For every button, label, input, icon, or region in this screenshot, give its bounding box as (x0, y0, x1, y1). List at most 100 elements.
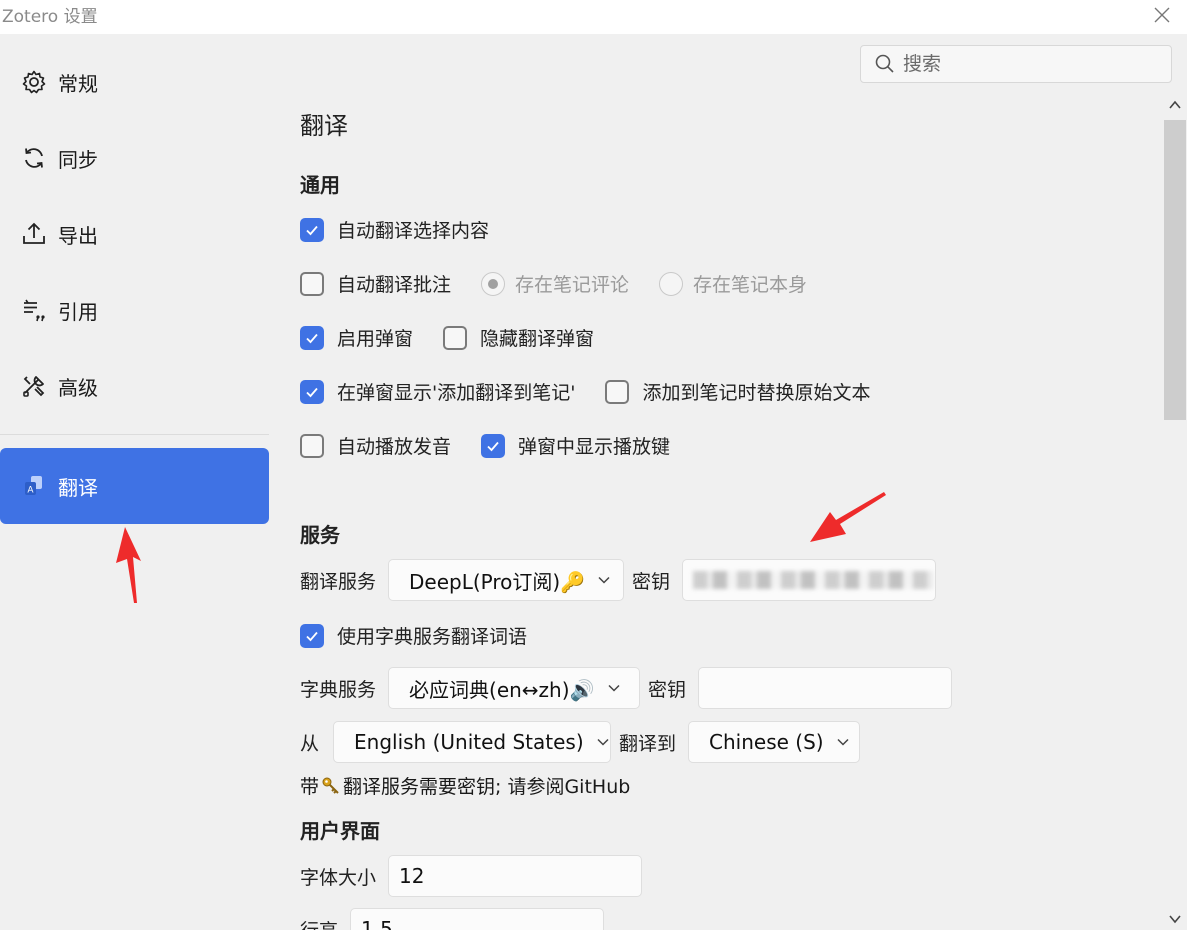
close-button[interactable] (1149, 2, 1175, 28)
show-add-to-note-checkbox[interactable] (300, 379, 324, 404)
title-bar: Zotero 设置 (0, 0, 1187, 34)
dict-service-select[interactable]: 必应词典(en↔zh)🔊 (388, 667, 641, 709)
search-input[interactable] (903, 53, 1163, 75)
sidebar-item-label: 导出 (58, 223, 98, 248)
annotation-arrow-down-left (810, 492, 886, 542)
replace-original-text-label: 添加到笔记时替换原始文本 (642, 382, 871, 404)
line-height-input[interactable]: 1.5 (350, 908, 605, 930)
sync-icon (20, 144, 48, 172)
dict-key-input[interactable] (698, 667, 953, 709)
translate-service-value: DeepL(Pro订阅)🔑 (409, 569, 586, 594)
section-service-heading: 服务 (300, 523, 340, 547)
auto-play-audio-checkbox[interactable] (300, 433, 324, 458)
row-add-to-note: 在弹窗显示'添加翻译到笔记' 添加到笔记时替换原始文本 (300, 378, 870, 405)
check-icon (306, 225, 318, 235)
sidebar-item-label: 引用 (58, 299, 98, 324)
check-icon (306, 631, 318, 641)
sidebar: 常规 同步 导出 引用 高级 A 翻译 (0, 34, 270, 930)
scroll-up-button[interactable] (1167, 98, 1183, 114)
sidebar-item-label: 高级 (58, 375, 98, 400)
line-height-value: 1.5 (361, 917, 393, 930)
auto-play-audio-label: 自动播放发音 (337, 436, 452, 458)
dict-service-label: 字典服务 (300, 678, 377, 701)
section-ui-heading: 用户界面 (300, 819, 380, 843)
dict-service-value: 必应词典(en↔zh)🔊 (409, 677, 595, 702)
row-line-height: 行高 1.5 (300, 908, 605, 930)
show-play-button-checkbox[interactable] (481, 433, 506, 458)
row-use-dict: 使用字典服务翻译词语 (300, 622, 527, 649)
hide-translate-popup-checkbox[interactable] (443, 325, 468, 350)
sidebar-item-cite[interactable]: 引用 (0, 272, 269, 348)
close-icon (1154, 7, 1170, 23)
check-icon (306, 387, 318, 397)
translate-service-label: 翻译服务 (300, 570, 377, 593)
sidebar-item-label: 常规 (58, 71, 98, 96)
sidebar-divider (0, 434, 269, 435)
key-icon (321, 776, 341, 796)
check-icon (306, 333, 318, 343)
sidebar-item-general[interactable]: 常规 (0, 44, 269, 120)
use-dict-checkbox[interactable] (300, 623, 324, 648)
scroll-down-button[interactable] (1167, 912, 1183, 928)
dict-key-label: 密钥 (648, 678, 687, 701)
scrollbar[interactable] (1163, 94, 1187, 930)
tools-icon (20, 372, 48, 400)
translate-icon: A (20, 472, 48, 500)
translate-key-input[interactable] (682, 559, 937, 601)
line-height-label: 行高 (300, 916, 338, 930)
row-audio: 自动播放发音 弹窗中显示播放键 (300, 432, 670, 459)
save-in-note-body-radio[interactable] (659, 271, 684, 296)
use-dict-label: 使用字典服务翻译词语 (337, 626, 528, 648)
export-icon (20, 220, 48, 248)
save-in-note-comment-radio[interactable] (481, 271, 506, 296)
font-size-input[interactable]: 12 (388, 855, 643, 897)
auto-translate-annotation-label: 自动翻译批注 (337, 274, 452, 296)
sidebar-item-advanced[interactable]: 高级 (0, 348, 269, 424)
chevron-down-icon (596, 735, 610, 749)
font-size-label: 字体大小 (300, 866, 377, 889)
row-languages: 从 English (United States) 翻译到 Chinese (S… (300, 721, 861, 763)
sidebar-item-label: 翻译 (58, 475, 98, 500)
hide-translate-popup-label: 隐藏翻译弹窗 (480, 328, 595, 350)
key-required-note: 带 翻译服务需要密钥; 请参阅GitHub (300, 772, 630, 799)
from-language-select[interactable]: English (United States) (333, 721, 612, 763)
redacted-key-value (693, 571, 934, 589)
row-popup: 启用弹窗 隐藏翻译弹窗 (300, 324, 594, 351)
to-label: 翻译到 (619, 732, 677, 755)
chevron-down-icon (597, 573, 611, 587)
search-box[interactable] (860, 45, 1172, 83)
row-auto-translate-annotation: 自动翻译批注 存在笔记评论 存在笔记本身 (300, 270, 807, 297)
key-note-text: 翻译服务需要密钥; 请参阅GitHub (343, 776, 631, 798)
font-size-value: 12 (399, 864, 425, 888)
auto-translate-annotation-checkbox[interactable] (300, 271, 324, 296)
auto-translate-selection-checkbox[interactable] (300, 217, 324, 242)
replace-original-text-checkbox[interactable] (605, 379, 630, 404)
translate-key-label: 密钥 (632, 570, 671, 593)
svg-text:A: A (27, 486, 34, 496)
gear-icon (20, 68, 48, 96)
show-play-button-label: 弹窗中显示播放键 (518, 436, 671, 458)
search-icon (875, 54, 894, 73)
from-label: 从 (300, 732, 320, 755)
check-icon (487, 441, 499, 451)
row-translate-service: 翻译服务 DeepL(Pro订阅)🔑 密钥 (300, 559, 937, 601)
window-title: Zotero 设置 (2, 7, 98, 27)
show-add-to-note-label: 在弹窗显示'添加翻译到笔记' (337, 382, 576, 404)
to-language-value: Chinese (S) (709, 730, 824, 754)
row-auto-translate-selection: 自动翻译选择内容 (300, 216, 489, 243)
to-language-select[interactable]: Chinese (S) (688, 721, 861, 763)
annotation-arrow-up (116, 527, 141, 603)
sidebar-item-export[interactable]: 导出 (0, 196, 269, 272)
chevron-down-icon (607, 681, 621, 695)
sidebar-item-label: 同步 (58, 147, 98, 172)
section-general-heading: 通用 (300, 173, 340, 197)
sidebar-item-translate[interactable]: A 翻译 (0, 448, 269, 524)
sidebar-item-sync[interactable]: 同步 (0, 120, 269, 196)
cite-icon (20, 296, 48, 324)
scroll-thumb[interactable] (1164, 120, 1186, 420)
translate-service-select[interactable]: DeepL(Pro订阅)🔑 (388, 559, 625, 601)
auto-translate-selection-label: 自动翻译选择内容 (337, 220, 490, 242)
enable-popup-checkbox[interactable] (300, 325, 324, 350)
row-font-size: 字体大小 12 (300, 855, 643, 897)
key-note-prefix: 带 (300, 776, 320, 798)
